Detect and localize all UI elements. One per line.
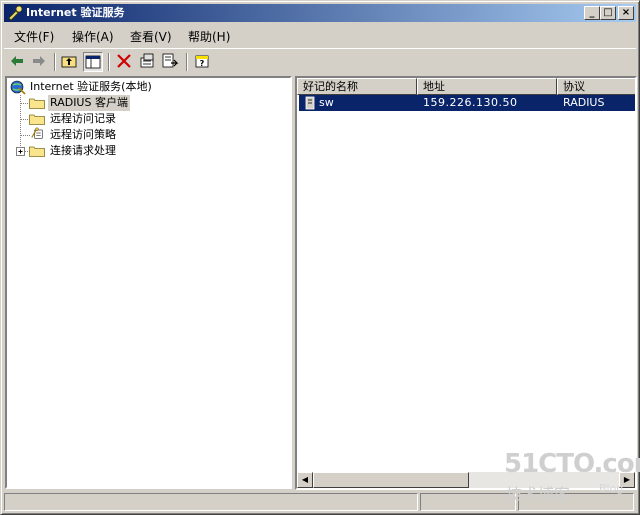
tree-root-label: Internet 验证服务(本地) [30, 80, 152, 93]
menu-action[interactable]: 操作(A) [72, 28, 114, 45]
maximize-button[interactable]: □ [600, 6, 616, 20]
help-button[interactable]: ? [193, 52, 213, 72]
close-button[interactable]: × [618, 6, 634, 20]
status-panel-main [4, 493, 418, 511]
folder-icon [29, 114, 45, 125]
export-list-button[interactable] [161, 52, 181, 72]
back-button[interactable] [8, 52, 28, 72]
properties-button[interactable] [138, 52, 158, 72]
column-header-name[interactable]: 好记的名称 [297, 78, 417, 95]
console-tree-icon [85, 55, 101, 69]
tree-item-label: 连接请求处理 [50, 144, 116, 157]
console-tree: Internet 验证服务(本地) RADIUS 客户端 远程访问记录 远程访问… [5, 76, 292, 489]
minimize-button[interactable]: _ [584, 6, 600, 20]
folder-icon [29, 146, 45, 157]
ias-app-icon [8, 5, 23, 21]
toolbar-separator [186, 53, 188, 71]
help-icon: ? [195, 55, 209, 68]
toolbar-separator [108, 53, 110, 71]
status-panel-2 [420, 493, 516, 511]
mmc-window: Internet 验证服务 _ □ × 文件(F) 操作(A) 查看(V) 帮助… [0, 0, 640, 515]
tree-item-label: RADIUS 客户端 [48, 95, 130, 111]
column-header-address[interactable]: 地址 [417, 78, 557, 95]
up-folder-icon [61, 56, 77, 68]
row-protocol: RADIUS [563, 96, 605, 109]
scroll-left-button[interactable]: ◀ [297, 472, 313, 488]
up-one-level-button[interactable] [60, 52, 80, 72]
menu-view[interactable]: 查看(V) [130, 28, 172, 45]
menu-file[interactable]: 文件(F) [14, 28, 54, 45]
policy-key-icon [31, 127, 43, 139]
watermark-blog: Blog [599, 482, 624, 495]
globe-key-icon [10, 80, 26, 95]
row-address: 159.226.130.50 [423, 96, 518, 109]
forward-arrow-icon [33, 56, 45, 66]
delete-button[interactable] [115, 52, 135, 72]
folder-icon [29, 98, 45, 109]
toolbar: ? [4, 48, 636, 75]
menu-help[interactable]: 帮助(H) [188, 28, 230, 45]
menu-bar: 文件(F) 操作(A) 查看(V) 帮助(H) [4, 24, 636, 46]
tree-item-label: 远程访问记录 [50, 112, 116, 125]
forward-button[interactable] [30, 52, 50, 72]
table-row[interactable]: sw 159.226.130.50 RADIUS [299, 95, 635, 111]
watermark-brand: 51CTO.com [504, 449, 640, 479]
title-bar[interactable]: Internet 验证服务 _ □ × [4, 4, 636, 22]
row-name: sw [319, 96, 334, 109]
result-list: 好记的名称 地址 协议 sw 159.226.130.50 RADIUS ◀ ▶ [295, 76, 637, 490]
scroll-thumb[interactable] [313, 472, 469, 488]
radius-client-icon [305, 96, 315, 110]
column-header-protocol[interactable]: 协议 [557, 78, 635, 95]
toolbar-separator [54, 53, 56, 71]
back-arrow-icon [11, 56, 23, 66]
tree-item-label: 远程访问策略 [50, 128, 116, 141]
delete-icon [117, 54, 131, 68]
svg-text:?: ? [200, 59, 205, 68]
show-hide-tree-button[interactable] [83, 52, 103, 72]
watermark-sub: 技术博客 [506, 485, 571, 504]
window-title: Internet 验证服务 [26, 6, 125, 19]
export-list-icon [162, 53, 179, 68]
properties-icon [140, 53, 154, 68]
